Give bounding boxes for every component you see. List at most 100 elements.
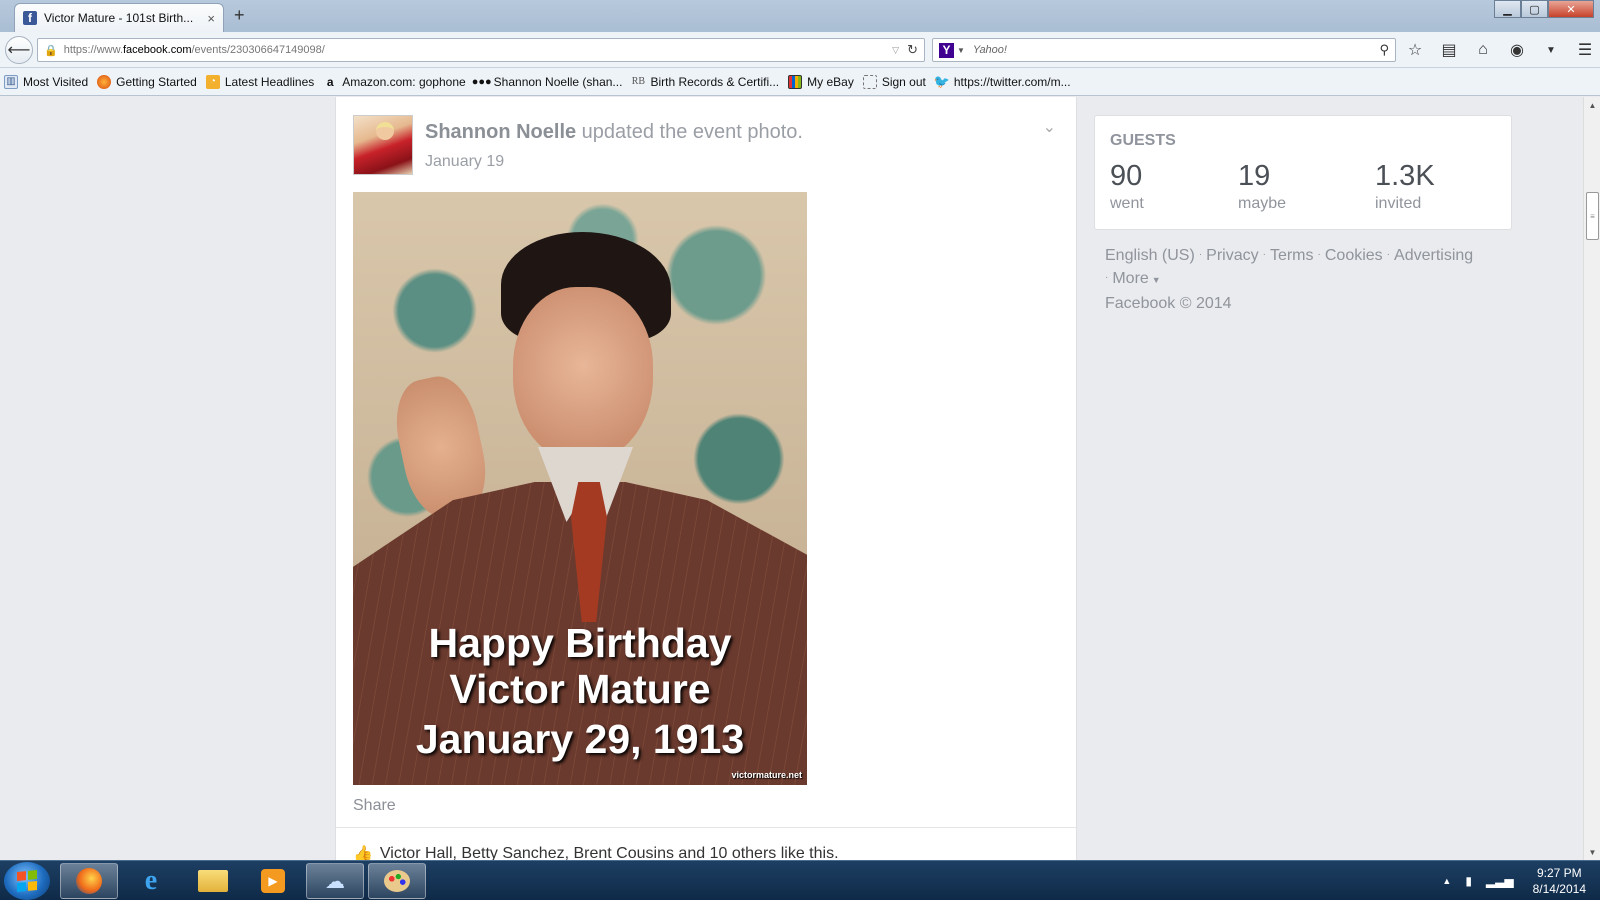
scroll-down-icon[interactable]: ▼: [1584, 844, 1600, 860]
bookmark-sign-out[interactable]: Sign out: [862, 74, 926, 89]
internet-explorer-icon: e: [144, 865, 158, 896]
folder-icon: [198, 870, 228, 892]
guests-card: GUESTS 90 went 19 maybe 1.3K invited: [1094, 115, 1512, 230]
bookmark-most-visited[interactable]: ▥ Most Visited: [4, 74, 88, 89]
search-bar[interactable]: Y ▼ Yahoo! ⚲: [932, 38, 1396, 62]
stat-number: 90: [1110, 160, 1143, 192]
page-icon: [862, 74, 877, 89]
bookmark-latest-headlines[interactable]: ◔ Latest Headlines: [205, 74, 314, 89]
navigation-bar: ⟵ 🔒 https://www. facebook.com /events/23…: [0, 32, 1600, 68]
post-date-link[interactable]: January 19: [425, 153, 504, 171]
stat-number: 19: [1238, 160, 1271, 192]
myspace-icon: ●●●: [471, 75, 492, 88]
footer-link-language[interactable]: English (US): [1105, 247, 1195, 264]
photo-caption-line-1: Happy Birthday: [428, 620, 732, 666]
url-scheme: https://www.: [63, 44, 123, 56]
home-icon[interactable]: ⌂: [1473, 40, 1493, 60]
footer-link-privacy[interactable]: Privacy: [1206, 247, 1258, 264]
post-options-chevron-icon[interactable]: ⌄: [1043, 117, 1056, 137]
clock-time: 9:27 PM: [1536, 866, 1582, 880]
bookmark-getting-started[interactable]: Getting Started: [97, 74, 197, 89]
stat-went[interactable]: 90 went: [1110, 160, 1144, 213]
more-caret-icon[interactable]: ▼: [1152, 275, 1161, 285]
search-engine-dropdown-icon[interactable]: ▼: [957, 46, 965, 55]
footer-link-advertising[interactable]: Advertising: [1394, 247, 1473, 264]
maximize-button[interactable]: ▢: [1521, 0, 1548, 18]
bookmarks-toolbar: ▥ Most Visited Getting Started ◔ Latest …: [0, 68, 1600, 96]
stat-label: invited: [1375, 195, 1422, 212]
network-signal-icon[interactable]: ▂▃▅: [1486, 874, 1514, 888]
yahoo-icon[interactable]: Y: [939, 42, 954, 58]
facebook-favicon-icon: f: [23, 11, 37, 25]
taskbar-paint[interactable]: [368, 863, 426, 899]
hamburger-menu-icon[interactable]: ☰: [1575, 40, 1595, 60]
bookmark-amazon[interactable]: a Amazon.com: gophone: [323, 75, 466, 89]
post-header: Shannon Noelle updated the event photo.: [425, 121, 803, 144]
url-bar[interactable]: 🔒 https://www. facebook.com /events/2303…: [37, 38, 925, 62]
dropdown-arrow-icon[interactable]: ▼: [1541, 40, 1561, 60]
toolbar-icons: ☆ ▤ ⌂ ◉ ▼ ☰: [1405, 40, 1595, 60]
url-path: /events/230306647149098/: [191, 44, 325, 56]
twitter-icon: 🐦: [933, 73, 950, 89]
taskbar-firefox[interactable]: [60, 863, 118, 899]
system-tray: ▲ ▮ ▂▃▅ 9:27 PM 8/14/2014: [1435, 861, 1600, 900]
clock-date: 8/14/2014: [1532, 882, 1586, 896]
scroll-up-icon[interactable]: ▲: [1584, 97, 1600, 113]
stat-number: 1.3K: [1375, 160, 1435, 192]
rb-icon: RB: [631, 76, 646, 87]
vertical-scrollbar[interactable]: ▲ ≡ ▼: [1583, 97, 1600, 860]
bookmark-twitter[interactable]: 🐦 https://twitter.com/m...: [933, 73, 1071, 89]
url-history-dropdown-icon[interactable]: ▽: [892, 45, 899, 56]
bookmark-birth-records[interactable]: RB Birth Records & Certifi...: [631, 75, 779, 89]
firefox-icon: [97, 74, 112, 89]
browser-tab-active[interactable]: f Victor Mature - 101st Birth... ×: [14, 3, 224, 32]
event-post: Shannon Noelle updated the event photo. …: [335, 97, 1078, 860]
stat-maybe[interactable]: 19 maybe: [1238, 160, 1286, 213]
footer-link-terms[interactable]: Terms: [1270, 247, 1314, 264]
power-icon[interactable]: ▮: [1465, 874, 1472, 888]
bookmarks-menu-icon[interactable]: ▤: [1439, 40, 1459, 60]
addon-icon[interactable]: ◉: [1507, 40, 1527, 60]
show-hidden-icons-icon[interactable]: ▲: [1442, 876, 1451, 886]
likes-text: Victor Hall, Betty Sanchez, Brent Cousin…: [379, 845, 839, 860]
new-tab-button[interactable]: +: [234, 5, 245, 26]
taskbar-file-explorer[interactable]: [184, 863, 242, 899]
search-input[interactable]: Yahoo!: [973, 44, 1380, 56]
window-controls: ▁ ▢ ✕: [1494, 0, 1594, 18]
footer-link-cookies[interactable]: Cookies: [1325, 247, 1383, 264]
taskbar-internet-explorer[interactable]: e: [122, 863, 180, 899]
bookmark-my-ebay[interactable]: My eBay: [788, 74, 854, 89]
scrollbar-thumb[interactable]: ≡: [1586, 192, 1599, 240]
share-link[interactable]: Share: [353, 797, 396, 815]
author-name-link[interactable]: Shannon Noelle: [425, 121, 576, 143]
stat-invited[interactable]: 1.3K invited: [1375, 160, 1435, 213]
event-photo[interactable]: Happy Birthday Victor Mature January 29,…: [353, 192, 807, 785]
thumbs-up-icon: 👍: [353, 846, 373, 860]
tab-title: Victor Mature - 101st Birth...: [44, 11, 194, 25]
reload-icon[interactable]: ↻: [907, 42, 918, 58]
ebay-icon: [788, 74, 803, 89]
media-player-icon: ▶: [261, 869, 285, 893]
minimize-button[interactable]: ▁: [1494, 0, 1521, 18]
bookmark-star-icon[interactable]: ☆: [1405, 40, 1425, 60]
taskbar-media-player[interactable]: ▶: [244, 863, 302, 899]
page-content: Shannon Noelle updated the event photo. …: [0, 97, 1583, 860]
lock-icon: 🔒: [44, 44, 58, 57]
clock[interactable]: 9:27 PM 8/14/2014: [1533, 865, 1586, 897]
back-arrow-icon: ⟵: [7, 42, 31, 59]
windows-logo-icon: [17, 869, 37, 893]
bookmark-shannon-noelle[interactable]: ●●● Shannon Noelle (shan...: [471, 75, 623, 89]
taskbar-app-5[interactable]: ☁: [306, 863, 364, 899]
start-button[interactable]: [4, 862, 50, 900]
search-icon[interactable]: ⚲: [1379, 42, 1389, 58]
back-button[interactable]: ⟵: [5, 36, 33, 64]
footer-link-more[interactable]: More: [1112, 270, 1148, 287]
close-window-button[interactable]: ✕: [1548, 0, 1594, 18]
stat-label: maybe: [1238, 195, 1287, 212]
windows-taskbar: e ▶ ☁ ▲ ▮ ▂▃▅ 9:27 PM 8/14/2014: [0, 860, 1600, 900]
rss-icon: ◔: [205, 74, 220, 89]
stat-label: went: [1110, 195, 1144, 212]
likes-summary[interactable]: 👍 Victor Hall, Betty Sanchez, Brent Cous…: [353, 844, 839, 860]
tab-close-icon[interactable]: ×: [207, 11, 215, 26]
author-avatar[interactable]: [353, 115, 413, 175]
